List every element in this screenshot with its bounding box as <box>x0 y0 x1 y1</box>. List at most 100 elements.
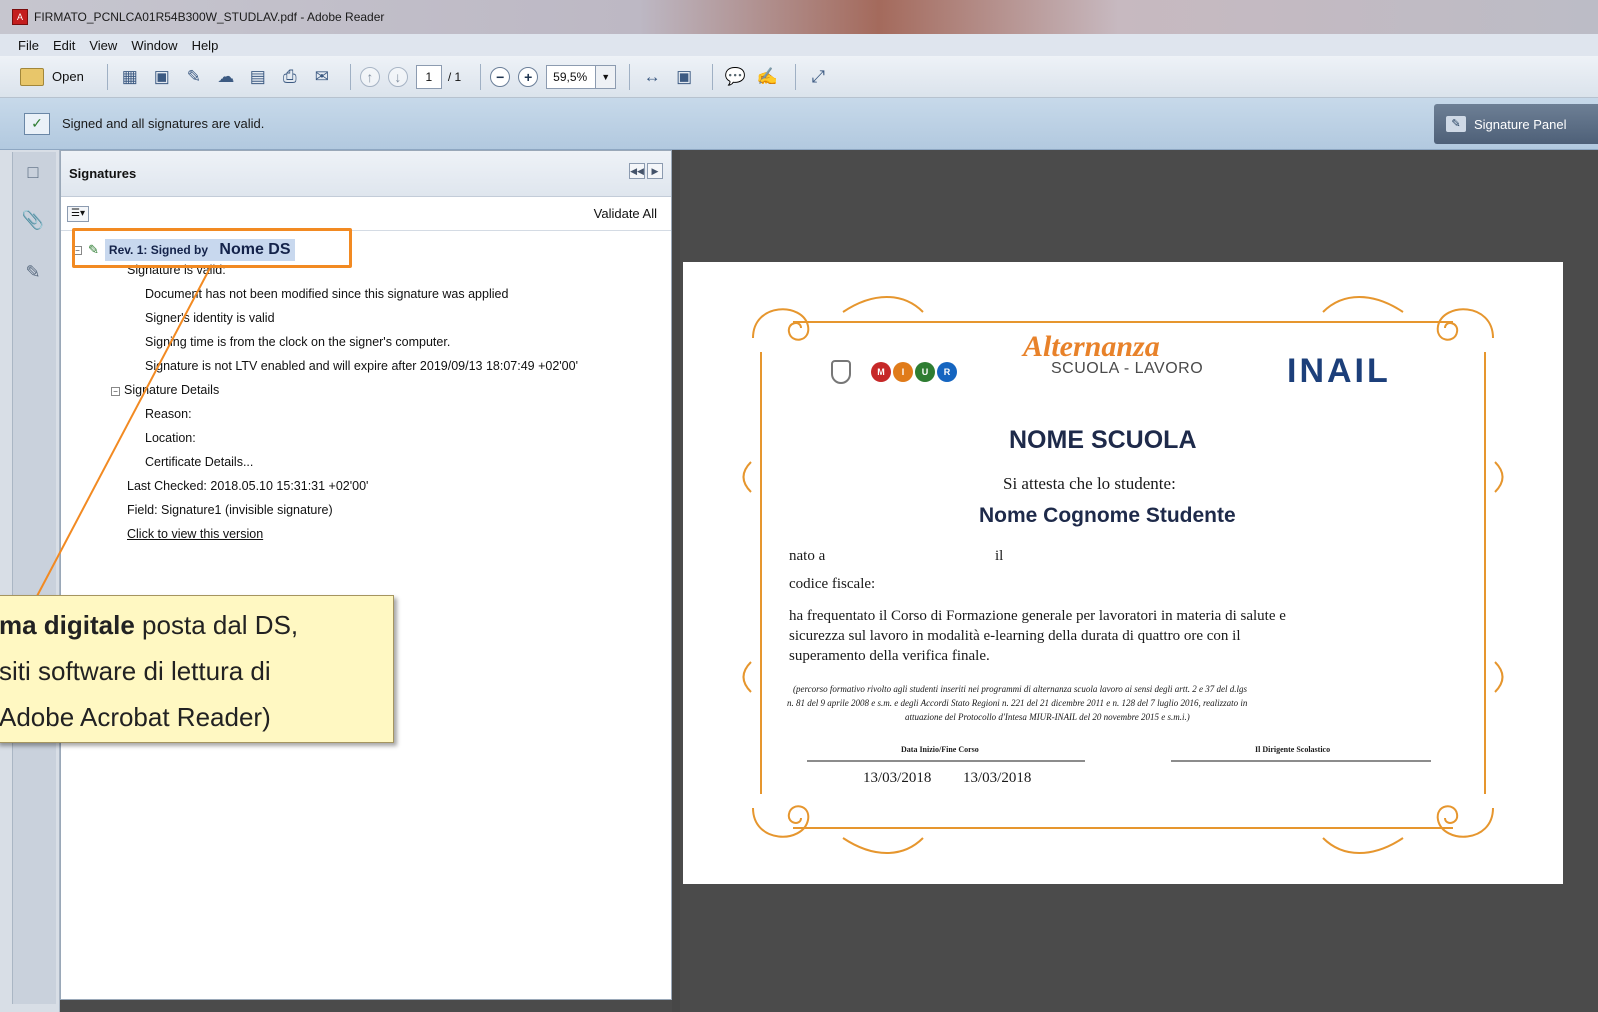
tree-item: Location: <box>145 431 196 445</box>
collapse-node-icon[interactable]: − <box>111 387 120 396</box>
student-name: Nome Cognome Studente <box>979 504 1236 527</box>
menu-file[interactable]: File <box>18 38 39 53</box>
signature-panel-button[interactable]: ✎ Signature Panel <box>1434 104 1598 144</box>
signatures-panel-title: Signatures <box>69 166 137 181</box>
miur-letter: M <box>871 362 891 382</box>
callout-line: siti software di lettura di <box>0 656 271 686</box>
menu-window[interactable]: Window <box>131 38 177 53</box>
valid-signature-icon: ✓ <box>24 112 50 135</box>
open-label: Open <box>52 69 84 84</box>
callout-note: ma digitale posta dal DS, siti software … <box>0 595 394 743</box>
attachment-icon[interactable]: 📎 <box>20 206 46 234</box>
pdf-page: M I U R Alternanza SCUOLA - LAVORO INAIL… <box>683 262 1563 884</box>
page-total: / 1 <box>447 69 462 84</box>
signature-pen-icon: ✎ <box>1446 116 1466 132</box>
page-number-input[interactable]: 1 <box>415 64 442 89</box>
window-title: FIRMATO_PCNLCA01R54B300W_STUDLAV.pdf - A… <box>34 10 385 24</box>
miur-letter: R <box>937 362 957 382</box>
signatures-panel: Signatures ◀◀ ▶ ☰▾ Validate All − ✎ Rev.… <box>60 150 672 1000</box>
page-thumbnails-icon[interactable]: □ <box>20 158 46 186</box>
toolbar: Open ▦ ▣ ✎ ☁ ▤ ⎙ ✉ ↑ ↓ 1 / 1 − + 59,5% ▼… <box>0 56 1598 98</box>
previous-page-icon[interactable]: ↑ <box>359 66 380 87</box>
open-button[interactable]: Open <box>20 67 84 86</box>
principal-label: Il Dirigente Scolastico <box>1255 745 1331 754</box>
certificate-details-item[interactable]: Certificate Details... <box>145 455 253 469</box>
toolbar-separator <box>629 63 631 90</box>
zoom-in-icon[interactable]: + <box>518 66 539 87</box>
signer-highlight-box <box>72 228 352 268</box>
email-icon[interactable]: ✉ <box>309 64 335 90</box>
callout-line: Adobe Acrobat Reader) <box>0 702 271 732</box>
adobe-reader-icon: A <box>12 9 28 25</box>
miur-letter: I <box>893 362 913 382</box>
chevron-down-icon[interactable]: ▼ <box>596 64 617 89</box>
course-start-date: 13/03/2018 <box>863 770 932 786</box>
menu-help[interactable]: Help <box>192 38 219 53</box>
tree-item: Signing time is from the clock on the si… <box>145 335 451 349</box>
print-icon[interactable]: ⎙ <box>277 64 303 90</box>
body-line: superamento della verifica finale. <box>789 648 990 664</box>
folder-icon <box>20 67 44 86</box>
birthdate-label: il <box>995 548 1004 564</box>
attestation-line: Si attesta che lo studente: <box>1003 474 1176 493</box>
callout-text: posta dal DS, <box>134 610 299 640</box>
create-pdf-icon[interactable]: ▦ <box>117 64 143 90</box>
zoom-input[interactable]: 59,5% <box>546 64 597 89</box>
signature-details-node[interactable]: − Signature Details <box>111 383 219 397</box>
body-line: ha frequentato il Corso di Formazione ge… <box>789 608 1286 624</box>
alternanza-logo: Alternanza <box>1023 330 1160 363</box>
legal-note-line: (percorso formativo rivolto agli student… <box>793 684 1247 694</box>
birthplace-label: nato a <box>789 548 826 564</box>
callout-bold-text: ma digitale <box>0 610 135 640</box>
panel-controls: ◀◀ ▶ <box>629 163 663 179</box>
menu-view[interactable]: View <box>89 38 117 53</box>
signature-status-bar: ✓ Signed and all signatures are valid. ✎… <box>0 98 1598 150</box>
miur-logo: M I U R <box>871 362 957 382</box>
toolbar-separator <box>480 63 482 90</box>
italian-republic-emblem <box>831 360 851 384</box>
toolbar-separator <box>349 63 351 90</box>
signatures-icon[interactable]: ✎ <box>20 258 46 286</box>
toolbar-separator <box>795 63 797 90</box>
school-name: NOME SCUOLA <box>1009 426 1197 454</box>
cloud-upload-icon[interactable]: ☁ <box>213 64 239 90</box>
tree-item: Field: Signature1 (invisible signature) <box>127 503 333 517</box>
combine-files-icon[interactable]: ▣ <box>149 64 175 90</box>
course-date-label: Data Inizio/Fine Corso <box>901 745 979 754</box>
sign-icon[interactable]: ✍ <box>754 64 780 90</box>
alternanza-logo-subtitle: SCUOLA - LAVORO <box>1051 360 1204 377</box>
expand-icon[interactable]: ⤢ <box>805 64 831 90</box>
fit-page-icon[interactable]: ▣ <box>671 64 697 90</box>
legal-note-line: attuazione del Protocollo d'Intesa MIUR-… <box>905 712 1190 722</box>
view-version-link[interactable]: Click to view this version <box>127 527 263 541</box>
tax-code-label: codice fiscale: <box>789 576 876 592</box>
legal-note-line: n. 81 del 9 aprile 2008 e s.m. e degli A… <box>787 698 1248 708</box>
tree-item: Reason: <box>145 407 192 421</box>
miur-letter: U <box>915 362 935 382</box>
tree-item: Signer's identity is valid <box>145 311 275 325</box>
save-icon[interactable]: ▤ <box>245 64 271 90</box>
tree-item: Document has not been modified since thi… <box>145 287 509 301</box>
navigation-pane: □ 📎 ✎ <box>0 150 60 1012</box>
collapse-panel-icon[interactable]: ◀◀ <box>629 163 645 179</box>
tree-item: Last Checked: 2018.05.10 15:31:31 +02'00… <box>127 479 369 493</box>
menu-bar: File Edit View Window Help <box>0 34 1598 56</box>
signature-details-label: Signature Details <box>124 383 220 397</box>
expand-panel-icon[interactable]: ▶ <box>647 163 663 179</box>
comment-icon[interactable]: 💬 <box>722 64 748 90</box>
edit-document-icon[interactable]: ✎ <box>181 64 207 90</box>
panel-splitter[interactable] <box>672 150 680 1012</box>
tree-item: Signature is not LTV enabled and will ex… <box>145 359 578 373</box>
signature-panel-label: Signature Panel <box>1474 116 1567 132</box>
zoom-out-icon[interactable]: − <box>490 66 511 87</box>
body-line: sicurezza sul lavoro in modalità e-learn… <box>789 628 1241 644</box>
signature-status-message: Signed and all signatures are valid. <box>62 116 265 131</box>
validate-all-button[interactable]: Validate All <box>594 206 657 221</box>
inail-logo: INAIL <box>1287 352 1391 390</box>
menu-edit[interactable]: Edit <box>53 38 75 53</box>
title-bar: A FIRMATO_PCNLCA01R54B300W_STUDLAV.pdf -… <box>0 0 1598 34</box>
next-page-icon[interactable]: ↓ <box>387 66 408 87</box>
fit-width-icon[interactable]: ↔ <box>639 64 665 90</box>
options-menu-icon[interactable]: ☰▾ <box>67 205 89 222</box>
toolbar-separator <box>712 63 714 90</box>
